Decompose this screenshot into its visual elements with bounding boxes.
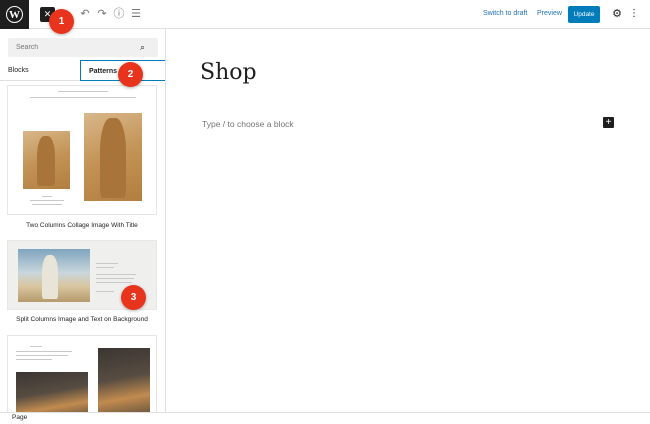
search-input[interactable] [8, 38, 138, 57]
add-block-icon[interactable]: + [603, 117, 614, 128]
preview-text-line [16, 359, 52, 360]
preview-button[interactable]: Preview [537, 10, 562, 17]
step-badge-2: 2 [118, 62, 143, 87]
step-badge-3: 3 [121, 285, 146, 310]
preview-image [98, 348, 150, 412]
preview-text-line [16, 355, 68, 356]
preview-figure [42, 255, 58, 299]
step-badge-1: 1 [49, 9, 74, 34]
breadcrumb-bar: Page [0, 412, 650, 424]
preview-figure [37, 136, 55, 186]
wordpress-logo-button[interactable]: W [0, 0, 29, 29]
editor-app: W ✕ ↶ ↷ ⓘ ☰ Switch to draft Preview Upda… [0, 0, 650, 424]
preview-text-line [32, 204, 62, 205]
preview-text-line [16, 351, 72, 352]
kebab-menu-icon[interactable]: ⋮ [629, 8, 639, 20]
redo-icon[interactable]: ↷ [96, 8, 108, 20]
preview-text-line [96, 274, 136, 275]
search-icon: ⌕ [140, 42, 146, 52]
pattern-preview-two-columns-collage[interactable] [7, 85, 157, 215]
preview-text-line [96, 267, 114, 268]
preview-text-line [30, 97, 136, 98]
search-box: ⌕ [8, 38, 158, 57]
gear-icon[interactable]: ⚙ [611, 8, 623, 20]
block-inserter-panel: ⌕ Blocks Patterns Two Columns Collage Im… [0, 29, 166, 412]
info-icon[interactable]: ⓘ [113, 8, 125, 20]
breadcrumb[interactable]: Page [12, 414, 27, 421]
tab-blocks[interactable]: Blocks [8, 60, 68, 81]
preview-text-line [30, 346, 42, 347]
wordpress-icon: W [6, 6, 23, 23]
pattern-list[interactable]: Two Columns Collage Image With Title Spl… [0, 83, 165, 412]
preview-text-line [30, 200, 64, 201]
preview-text-line [96, 278, 134, 279]
preview-text-line [42, 196, 52, 197]
preview-figure [100, 118, 126, 198]
list-view-icon[interactable]: ☰ [130, 8, 142, 20]
page-title[interactable]: Shop [200, 60, 257, 85]
preview-text-line [96, 291, 114, 292]
block-placeholder[interactable]: Type / to choose a block [202, 119, 294, 129]
update-button[interactable]: Update [568, 6, 600, 23]
editor-canvas[interactable]: Shop Type / to choose a block + [167, 29, 650, 412]
preview-text-line [96, 282, 132, 283]
switch-to-draft-button[interactable]: Switch to draft [483, 10, 527, 17]
pattern-preview-collage-rocks[interactable] [7, 335, 157, 412]
pattern-label[interactable]: Split Columns Image and Text on Backgrou… [0, 316, 164, 323]
top-toolbar: W ✕ ↶ ↷ ⓘ ☰ Switch to draft Preview Upda… [0, 0, 650, 29]
preview-image [16, 372, 88, 412]
undo-icon[interactable]: ↶ [79, 8, 91, 20]
pattern-label[interactable]: Two Columns Collage Image With Title [0, 222, 164, 229]
preview-text-line [58, 91, 108, 92]
preview-text-line [96, 263, 118, 264]
